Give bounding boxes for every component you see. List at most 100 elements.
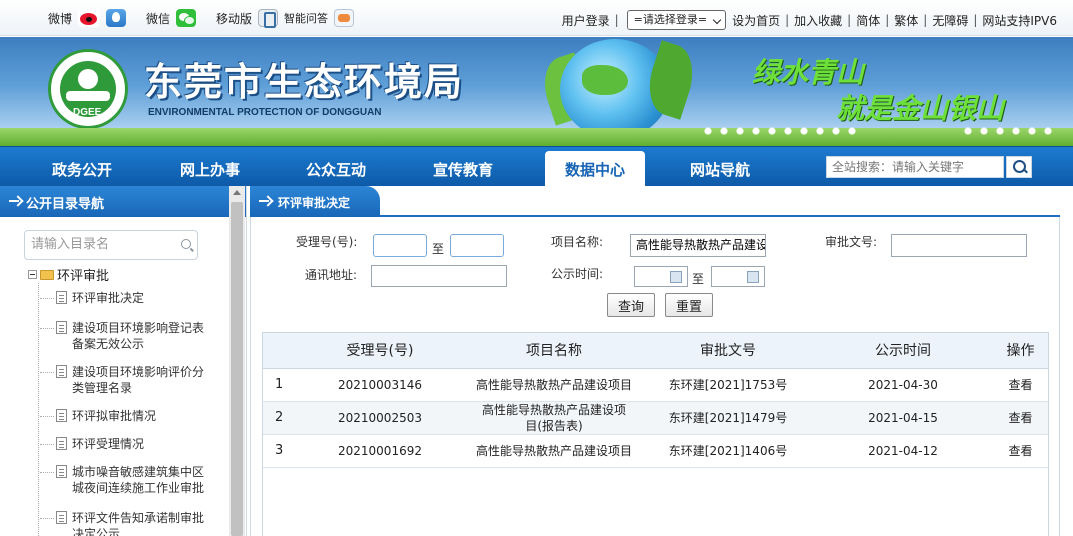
sidebar-item-approval-decision[interactable]: 环评审批决定 <box>40 290 206 306</box>
catalog-filter-placeholder: 请输入目录名 <box>31 237 110 252</box>
query-button[interactable]: 查询 <box>607 293 656 317</box>
search-icon[interactable] <box>181 239 191 249</box>
date-cell: 2021-04-15 <box>814 401 992 435</box>
link-ipv6[interactable]: 网站支持IPV6 <box>982 12 1057 29</box>
sidebar-item-proposed-approval[interactable]: 环评拟审批情况 <box>40 408 206 424</box>
accept-no-to-input[interactable] <box>450 234 504 257</box>
tab-approval-decision[interactable]: 环评审批决定 <box>250 186 380 217</box>
approval-no-cell: 东环建[2021]1479号 <box>642 401 814 435</box>
accept-no-cell: 20210001692 <box>294 434 466 468</box>
results-table: 受理号(号) 项目名称 审批文号 公示时间 操作 1 20210003146 高… <box>262 332 1049 468</box>
arrow-right-icon <box>259 196 271 206</box>
folder-icon <box>40 269 54 280</box>
sidebar-item-label: 城市噪音敏感建筑集中区城夜间连续施工作业审批 <box>72 465 205 495</box>
sidebar-item-label: 环评受理情况 <box>72 437 145 451</box>
document-icon <box>56 409 67 422</box>
calendar-icon[interactable] <box>747 271 759 283</box>
site-banner: DGEE 东莞市生态环境局 ENVIRONMENTAL PROTECTION O… <box>0 37 1073 146</box>
login-select[interactable]: =请选择登录= <box>626 10 727 30</box>
sidebar-item-classification-list[interactable]: 建设项目环境影响评价分类管理名录 <box>40 364 206 396</box>
tree-root[interactable]: 环评审批 <box>28 265 109 284</box>
scrollbar-thumb[interactable] <box>231 202 243 536</box>
accept-no-cell: 20210002503 <box>294 401 466 435</box>
link-add-favorite[interactable]: 加入收藏 <box>794 12 842 29</box>
top-links: 用户登录 | =请选择登录= 设为首页 | 加入收藏 | 简体 | 繁体 | 无障碍 | … <box>562 10 1057 30</box>
weibo-icon[interactable] <box>78 9 101 27</box>
sidebar-item-commitment-approval[interactable]: 环评文件告知承诺制审批决定公示 <box>40 510 206 536</box>
table-row: 2 20210002503 高性能导热散热产品建设项目(报告表) 东环建[202… <box>262 401 1049 435</box>
approval-no-cell: 东环建[2021]1406号 <box>642 434 814 468</box>
col-index-header <box>262 332 294 369</box>
nav-item-online-service[interactable]: 网上办事 <box>180 159 240 180</box>
mobile-link[interactable]: 移动版 <box>216 10 252 27</box>
address-input[interactable] <box>371 265 507 287</box>
publish-time-label: 公示时间: <box>551 267 604 281</box>
accept-no-cell: 20210003146 <box>294 368 466 402</box>
tree-root-label: 环评审批 <box>57 269 110 284</box>
mobile-icon[interactable] <box>258 9 279 28</box>
nav-item-site-map[interactable]: 网站导航 <box>690 159 750 180</box>
view-link[interactable]: 查看 <box>992 368 1049 402</box>
project-name-input[interactable]: 高性能导热散热产品建设项目 <box>630 234 766 257</box>
sidebar-item-label: 建设项目环境影响评价分类管理名录 <box>72 365 205 395</box>
wechat-link[interactable]: 微信 <box>146 10 170 27</box>
col-action-header: 操作 <box>992 332 1049 369</box>
search-icon[interactable] <box>1006 156 1032 178</box>
site-search-input[interactable]: 全站搜索：请输入关键字 <box>826 156 1004 178</box>
content-tab-bar: 环评审批决定 <box>250 186 1060 217</box>
wechat-icon[interactable] <box>176 9 197 27</box>
logo-text: DGEE <box>73 107 102 118</box>
sidebar-item-label: 环评拟审批情况 <box>72 409 157 423</box>
link-simplified[interactable]: 简体 <box>856 12 880 29</box>
col-project-header: 项目名称 <box>466 332 642 369</box>
document-icon <box>56 511 67 524</box>
document-icon <box>56 437 67 450</box>
site-logo[interactable]: DGEE <box>48 49 128 129</box>
user-login-label: 用户登录 <box>561 13 610 28</box>
publish-time-to-label: 至 <box>692 272 705 286</box>
project-cell: 高性能导热散热产品建设项目(报告表) <box>466 401 642 435</box>
collapse-icon[interactable] <box>28 270 37 279</box>
tab-label: 环评审批决定 <box>278 196 351 210</box>
qa-link[interactable]: 智能问答 <box>284 10 328 26</box>
sidebar-item-night-construction[interactable]: 城市噪音敏感建筑集中区城夜间连续施工作业审批 <box>40 464 206 496</box>
scroll-up-icon[interactable] <box>233 190 241 195</box>
site-subtitle: ENVIRONMENTAL PROTECTION OF DONGGUAN <box>148 107 382 118</box>
sidebar-item-registration-invalid[interactable]: 建设项目环境影响登记表备案无效公示 <box>40 320 206 352</box>
publish-date-from-input[interactable] <box>634 266 688 287</box>
tree-guide-line <box>38 283 39 536</box>
sidebar: 公开目录导航 请输入目录名 环评审批 环评审批决定 建设项目环境影响登记表备案无… <box>0 186 247 536</box>
accept-no-from-input[interactable] <box>373 234 427 257</box>
qa-icon[interactable] <box>334 9 355 27</box>
view-link[interactable]: 查看 <box>992 434 1049 468</box>
date-cell: 2021-04-12 <box>814 434 992 468</box>
project-cell: 高性能导热散热产品建设项目 <box>466 434 642 468</box>
reset-button[interactable]: 重置 <box>665 293 714 317</box>
view-link[interactable]: 查看 <box>992 401 1049 435</box>
link-traditional[interactable]: 繁体 <box>894 12 918 29</box>
publish-date-to-input[interactable] <box>711 266 765 287</box>
nav-item-data-center[interactable]: 数据中心 <box>545 151 646 187</box>
approval-no-input[interactable] <box>891 234 1027 257</box>
weibo-link[interactable]: 微博 <box>48 10 72 27</box>
table-row: 3 20210001692 高性能导热散热产品建设项目 东环建[2021]140… <box>262 434 1049 468</box>
catalog-filter-input[interactable]: 请输入目录名 <box>24 230 198 260</box>
col-approval-no-header: 审批文号 <box>642 332 814 369</box>
nav-item-publicity[interactable]: 宣传教育 <box>433 159 493 180</box>
table-row: 1 20210003146 高性能导热散热产品建设项目 东环建[2021]175… <box>262 368 1049 402</box>
slogan-line-1: 绿水青山 <box>752 56 865 89</box>
qq-icon[interactable] <box>106 9 127 27</box>
grass-decoration <box>0 128 1073 146</box>
calendar-icon[interactable] <box>670 271 682 283</box>
link-set-home[interactable]: 设为首页 <box>732 12 780 29</box>
link-accessibility[interactable]: 无障碍 <box>932 12 968 29</box>
sidebar-item-label: 环评审批决定 <box>72 291 145 305</box>
sidebar-item-acceptance[interactable]: 环评受理情况 <box>40 436 206 452</box>
sidebar-scrollbar[interactable] <box>229 186 245 536</box>
sidebar-item-label: 建设项目环境影响登记表备案无效公示 <box>72 321 205 351</box>
approval-no-cell: 东环建[2021]1753号 <box>642 368 814 402</box>
nav-item-gov-affairs[interactable]: 政务公开 <box>52 159 112 180</box>
table-header-row: 受理号(号) 项目名称 审批文号 公示时间 操作 <box>262 332 1049 369</box>
nav-item-interaction[interactable]: 公众互动 <box>306 159 366 180</box>
document-icon <box>56 465 67 478</box>
